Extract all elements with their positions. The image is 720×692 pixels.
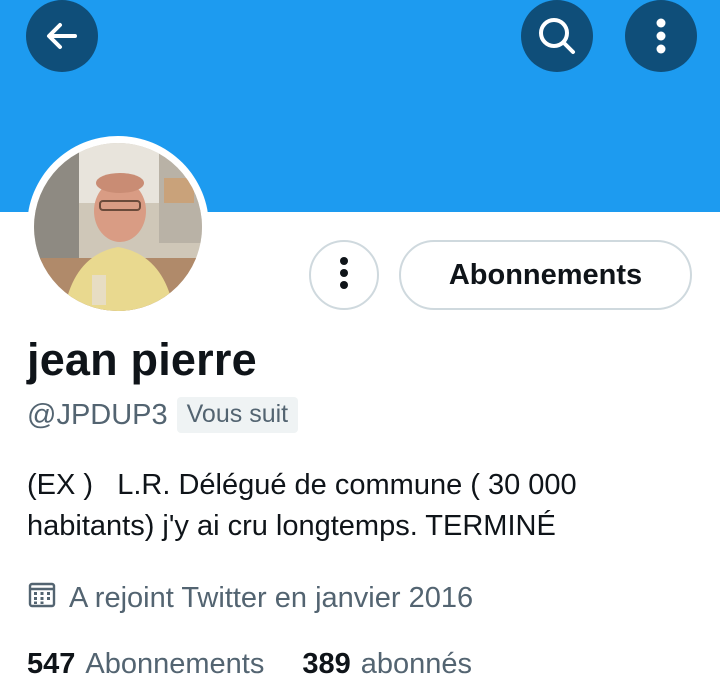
bio-line: habitants) j'y ai cru longtemps. TERMINÉ	[27, 510, 556, 542]
search-icon	[535, 14, 579, 58]
join-date: A rejoint Twitter en janvier 2016	[27, 579, 473, 617]
more-vertical-icon	[654, 16, 668, 56]
followers-stat[interactable]: 389 abonnés	[302, 648, 472, 681]
following-count: 547	[27, 648, 76, 680]
more-options-button[interactable]	[625, 0, 697, 72]
avatar[interactable]	[27, 136, 209, 318]
handle-row: @JPDUP3 Vous suit	[27, 397, 299, 433]
profile-more-button[interactable]	[309, 240, 379, 310]
following-label: Abonnements	[85, 648, 265, 680]
search-button[interactable]	[521, 0, 593, 72]
avatar-photo	[34, 143, 202, 311]
username-handle: @JPDUP3	[27, 398, 168, 431]
followers-label: abonnés	[360, 648, 473, 680]
arrow-left-icon	[42, 16, 82, 56]
display-name: jean pierre	[27, 334, 257, 385]
following-stat[interactable]: 547 Abonnements	[27, 648, 264, 681]
back-button[interactable]	[26, 0, 98, 72]
bio-line: (EX ) L.R. Délégué de commune ( 30 000	[27, 469, 577, 501]
profile-stats: 547 Abonnements 389 abonnés	[27, 648, 472, 681]
bio: (EX ) L.R. Délégué de commune ( 30 000 h…	[27, 465, 697, 547]
following-button[interactable]: Abonnements	[399, 240, 692, 310]
calendar-icon	[27, 579, 69, 617]
followers-count: 389	[302, 648, 351, 680]
more-vertical-icon	[338, 255, 350, 296]
follows-you-badge: Vous suit	[176, 397, 299, 433]
join-date-text: A rejoint Twitter en janvier 2016	[69, 581, 474, 614]
